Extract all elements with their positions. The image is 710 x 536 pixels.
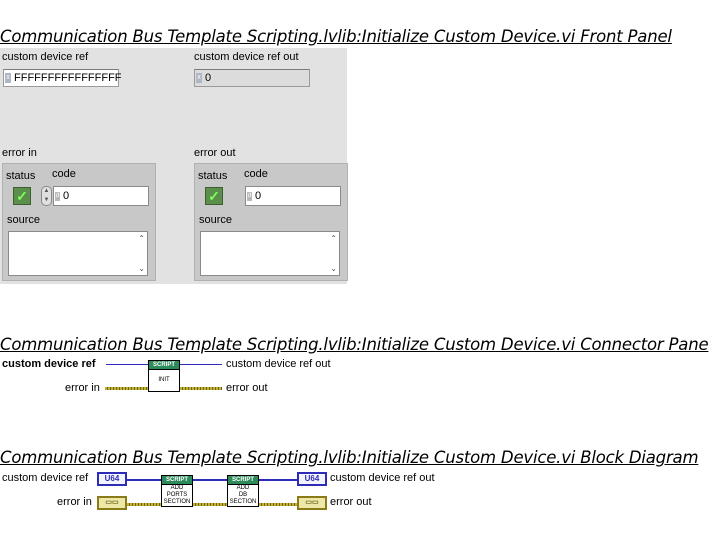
bd-indicator-error-out-label: error out xyxy=(330,496,372,508)
custom-device-ref-value: FFFFFFFFFFFFFFFF xyxy=(14,72,122,84)
radix-indicator: d xyxy=(55,192,60,201)
vi-band: SCRIPT xyxy=(228,476,258,485)
error-in-code-value: 0 xyxy=(63,190,70,202)
vi-band: SCRIPT xyxy=(162,476,192,485)
front-panel-heading: Communication Bus Template Scripting.lvl… xyxy=(0,27,672,46)
bd-wire-err-3 xyxy=(259,503,297,506)
vi-line-2: PORTS xyxy=(166,492,188,498)
code-label: code xyxy=(244,168,268,180)
bd-wire-err-2 xyxy=(193,503,227,506)
vi-line-3: SECTION xyxy=(229,499,257,505)
cp-output-custom-device-ref-out: custom device ref out xyxy=(226,358,331,370)
source-label: source xyxy=(7,214,41,226)
scroll-down-icon[interactable]: ⌄ xyxy=(330,264,337,273)
bd-wire-ref-1 xyxy=(127,479,161,481)
vi-band: SCRIPT xyxy=(149,361,179,370)
status-label: status xyxy=(198,170,228,182)
custom-device-ref-out-label: custom device ref out xyxy=(194,51,299,63)
radix-indicator: x xyxy=(5,73,11,83)
bd-control-error-in-label: error in xyxy=(57,496,92,508)
code-label: code xyxy=(52,168,76,180)
bd-indicator-custom-device-ref-out-label: custom device ref out xyxy=(330,472,435,484)
cp-input-custom-device-ref: custom device ref xyxy=(2,358,96,370)
init-vi-icon: SCRIPT INIT xyxy=(148,360,180,392)
error-out-cluster: status code ✓ d 0 source ⌃ ⌄ xyxy=(194,163,348,281)
error-in-code-field[interactable]: d 0 xyxy=(53,186,149,206)
source-label: source xyxy=(199,214,233,226)
status-checkmark-icon[interactable]: ✓ xyxy=(13,187,31,205)
bd-wire-ref-3 xyxy=(259,479,297,481)
custom-device-ref-out-value: 0 xyxy=(205,72,212,84)
error-cluster-indicator-terminal[interactable]: ▭▭ xyxy=(297,496,327,510)
error-in-label: error in xyxy=(2,147,37,159)
error-out-source-field: ⌃ ⌄ xyxy=(200,231,340,276)
radix-indicator: d xyxy=(247,192,252,201)
custom-device-ref-label: custom device ref xyxy=(2,51,89,63)
custom-device-ref-out-indicator: x 0 xyxy=(194,69,310,87)
u64-indicator-terminal[interactable]: U64 xyxy=(297,472,327,486)
u64-control-terminal[interactable]: U64 xyxy=(97,472,127,486)
front-panel: custom device ref x FFFFFFFFFFFFFFFF cus… xyxy=(0,48,348,284)
error-out-code-value: 0 xyxy=(255,190,262,202)
code-increment-decrement-icon[interactable]: ▲ ▼ xyxy=(41,186,52,206)
error-in-source-field[interactable]: ⌃ ⌄ xyxy=(8,231,148,276)
vi-text: INIT xyxy=(158,377,170,383)
cp-output-error-out: error out xyxy=(226,382,268,394)
vi-line-3: SECTION xyxy=(163,499,191,505)
vi-line-1: ADD xyxy=(170,485,184,491)
error-out-label: error out xyxy=(194,147,236,159)
add-db-section-vi[interactable]: SCRIPT ADD DB SECTION xyxy=(227,475,259,507)
scroll-up-icon[interactable]: ⌃ xyxy=(330,234,337,243)
bd-wire-ref-2 xyxy=(193,479,227,481)
cp-wire-error-out xyxy=(180,387,222,390)
vi-line-1: ADD xyxy=(236,485,250,491)
vi-line-2: DB xyxy=(238,492,248,498)
add-ports-section-vi[interactable]: SCRIPT ADD PORTS SECTION xyxy=(161,475,193,507)
cp-wire-error-in xyxy=(105,387,148,390)
cp-wire-ref-in xyxy=(106,364,148,365)
error-out-code-field: d 0 xyxy=(245,186,341,206)
error-cluster-control-terminal[interactable]: ▭▭ xyxy=(97,496,127,510)
status-checkmark-icon: ✓ xyxy=(205,187,223,205)
status-label: status xyxy=(6,170,36,182)
custom-device-ref-control[interactable]: x FFFFFFFFFFFFFFFF xyxy=(3,69,122,87)
error-in-cluster: status code ✓ ▲ ▼ d 0 source ⌃ ⌄ xyxy=(2,163,156,281)
cp-wire-ref-out xyxy=(180,364,222,365)
bd-control-custom-device-ref-label: custom device ref xyxy=(2,472,89,484)
block-diagram-heading: Communication Bus Template Scripting.lvl… xyxy=(0,448,699,467)
scroll-down-icon[interactable]: ⌄ xyxy=(138,264,145,273)
cp-input-error-in: error in xyxy=(65,382,100,394)
connector-pane-heading: Communication Bus Template Scripting.lvl… xyxy=(0,335,709,354)
bd-wire-err-1 xyxy=(127,503,161,506)
radix-indicator: x xyxy=(196,73,202,83)
scroll-up-icon[interactable]: ⌃ xyxy=(138,234,145,243)
